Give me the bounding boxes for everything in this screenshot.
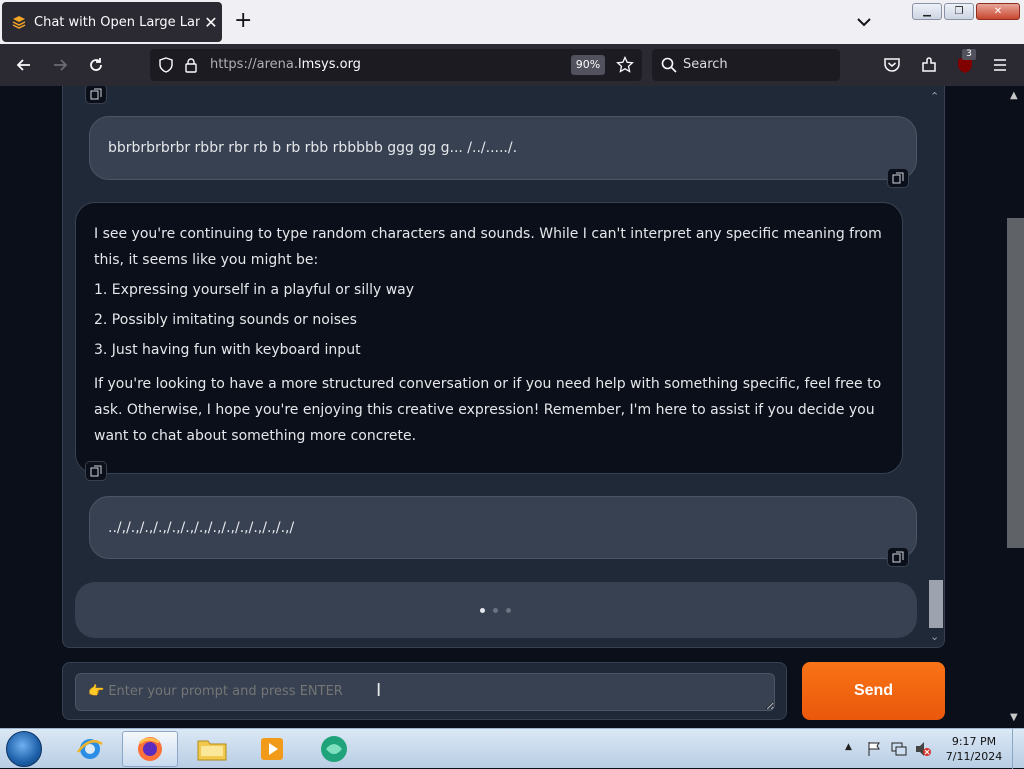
url-text[interactable]: https://arena.lmsys.org — [210, 57, 361, 72]
copy-icon[interactable] — [887, 168, 909, 188]
page-scrollbar-thumb[interactable] — [1007, 218, 1024, 548]
bot-message-intro: I see you're continuing to type random c… — [94, 226, 882, 268]
chatbot-panel: bbrbrbrbrbr rbbr rbr rb b rb rbb rbbbbb … — [62, 86, 945, 648]
app-icon[interactable] — [306, 731, 362, 767]
chat-scroll-down-icon[interactable]: ⌄ — [930, 630, 939, 643]
minimize-button[interactable]: ▁ — [912, 3, 942, 20]
show-desktop-button[interactable] — [1012, 729, 1024, 769]
volume-muted-icon[interactable] — [914, 741, 932, 757]
lock-icon[interactable] — [184, 57, 198, 73]
pending-response — [75, 582, 917, 638]
tray-expand-icon[interactable]: ▲ — [845, 742, 852, 752]
tab-title: Chat with Open Large Languag — [34, 14, 200, 30]
loading-dot — [506, 608, 511, 613]
text-cursor-icon: I — [376, 680, 382, 701]
window-close-button[interactable]: ✕ — [976, 3, 1020, 20]
user-message-text: ../,/.,/.,/.,/.,/.,/.,/.,/.,/.,/.,/.,/.,… — [108, 519, 295, 536]
bot-message-outro: If you're looking to have a more structu… — [94, 376, 882, 444]
window-controls: ▁ ❐ ✕ — [912, 3, 1020, 20]
navigation-toolbar: https://arena.lmsys.org 90% Search 3 — [0, 44, 1024, 86]
reload-icon[interactable] — [86, 55, 106, 75]
tab-strip: Chat with Open Large Languag ✕ + ▁ ❐ ✕ — [0, 0, 1024, 44]
tab-close-icon[interactable]: ✕ — [200, 13, 222, 32]
browser-tab[interactable]: Chat with Open Large Languag ✕ — [2, 2, 222, 42]
zoom-indicator[interactable]: 90% — [571, 55, 605, 75]
system-clock[interactable]: 9:17 PM 7/11/2024 — [944, 734, 1004, 764]
bot-message: I see you're continuing to type random c… — [75, 202, 903, 474]
address-bar[interactable]: https://arena.lmsys.org 90% — [150, 49, 642, 81]
media-player-icon[interactable] — [244, 731, 300, 767]
lmsys-favicon-icon — [12, 16, 26, 29]
clock-time: 9:17 PM — [951, 735, 997, 748]
page-scroll-up-icon[interactable]: ▲ — [1010, 90, 1018, 101]
forward-arrow-icon[interactable] — [50, 55, 70, 75]
prompt-input[interactable] — [75, 673, 775, 711]
prompt-container — [62, 662, 787, 720]
pocket-icon[interactable] — [883, 56, 901, 74]
list-all-tabs-icon[interactable] — [855, 13, 873, 31]
bot-list-item: 2. Possibly imitating sounds or noises — [94, 312, 357, 328]
menu-hamburger-icon[interactable] — [991, 56, 1009, 74]
search-box[interactable]: Search — [652, 49, 840, 81]
internet-explorer-icon[interactable] — [62, 731, 118, 767]
restore-button[interactable]: ❐ — [944, 3, 974, 20]
search-icon — [661, 57, 677, 73]
chat-scrollbar-thumb[interactable] — [929, 580, 943, 628]
copy-icon[interactable] — [887, 547, 909, 567]
user-message: bbrbrbrbrbr rbbr rbr rb b rb rbb rbbbbb … — [89, 116, 917, 180]
user-message-text: bbrbrbrbrbr rbbr rbr rb b rb rbb rbbbbb … — [108, 140, 518, 156]
extensions-icon[interactable] — [920, 56, 938, 74]
file-explorer-icon[interactable] — [184, 731, 240, 767]
chat-scroll-up-icon[interactable]: ⌃ — [930, 90, 939, 103]
shield-icon[interactable] — [158, 57, 174, 73]
clock-date: 7/11/2024 — [945, 750, 1003, 763]
loading-dot — [480, 608, 485, 613]
bookmark-star-icon[interactable] — [616, 56, 634, 74]
url-prefix: https://arena. — [210, 57, 298, 72]
extension-badge: 3 — [962, 49, 976, 60]
copy-icon[interactable] — [85, 461, 107, 481]
search-placeholder: Search — [683, 57, 728, 72]
windows-taskbar: ▲ 9:17 PM 7/11/2024 — [0, 728, 1024, 769]
action-center-flag-icon[interactable] — [866, 741, 882, 757]
network-icon[interactable] — [890, 741, 908, 757]
firefox-icon[interactable] — [122, 731, 178, 767]
bot-list-item: 3. Just having fun with keyboard input — [94, 342, 361, 358]
start-button[interactable] — [6, 731, 42, 767]
page-scroll-down-icon[interactable]: ▼ — [1010, 712, 1018, 723]
back-arrow-icon[interactable] — [14, 55, 34, 75]
url-domain: lmsys.org — [297, 57, 361, 72]
new-tab-button[interactable]: + — [234, 10, 252, 32]
page-content: ▲ ▼ bbrbrbrbrbr rbbr rbr rb b rb rbb rbb… — [0, 86, 1024, 728]
copy-icon[interactable] — [85, 86, 107, 104]
user-message: ../,/.,/.,/.,/.,/.,/.,/.,/.,/.,/.,/.,/.,… — [89, 496, 917, 559]
send-button[interactable]: Send — [802, 662, 945, 720]
bot-list-item: 1. Expressing yourself in a playful or s… — [94, 282, 415, 298]
loading-dot — [493, 608, 498, 613]
